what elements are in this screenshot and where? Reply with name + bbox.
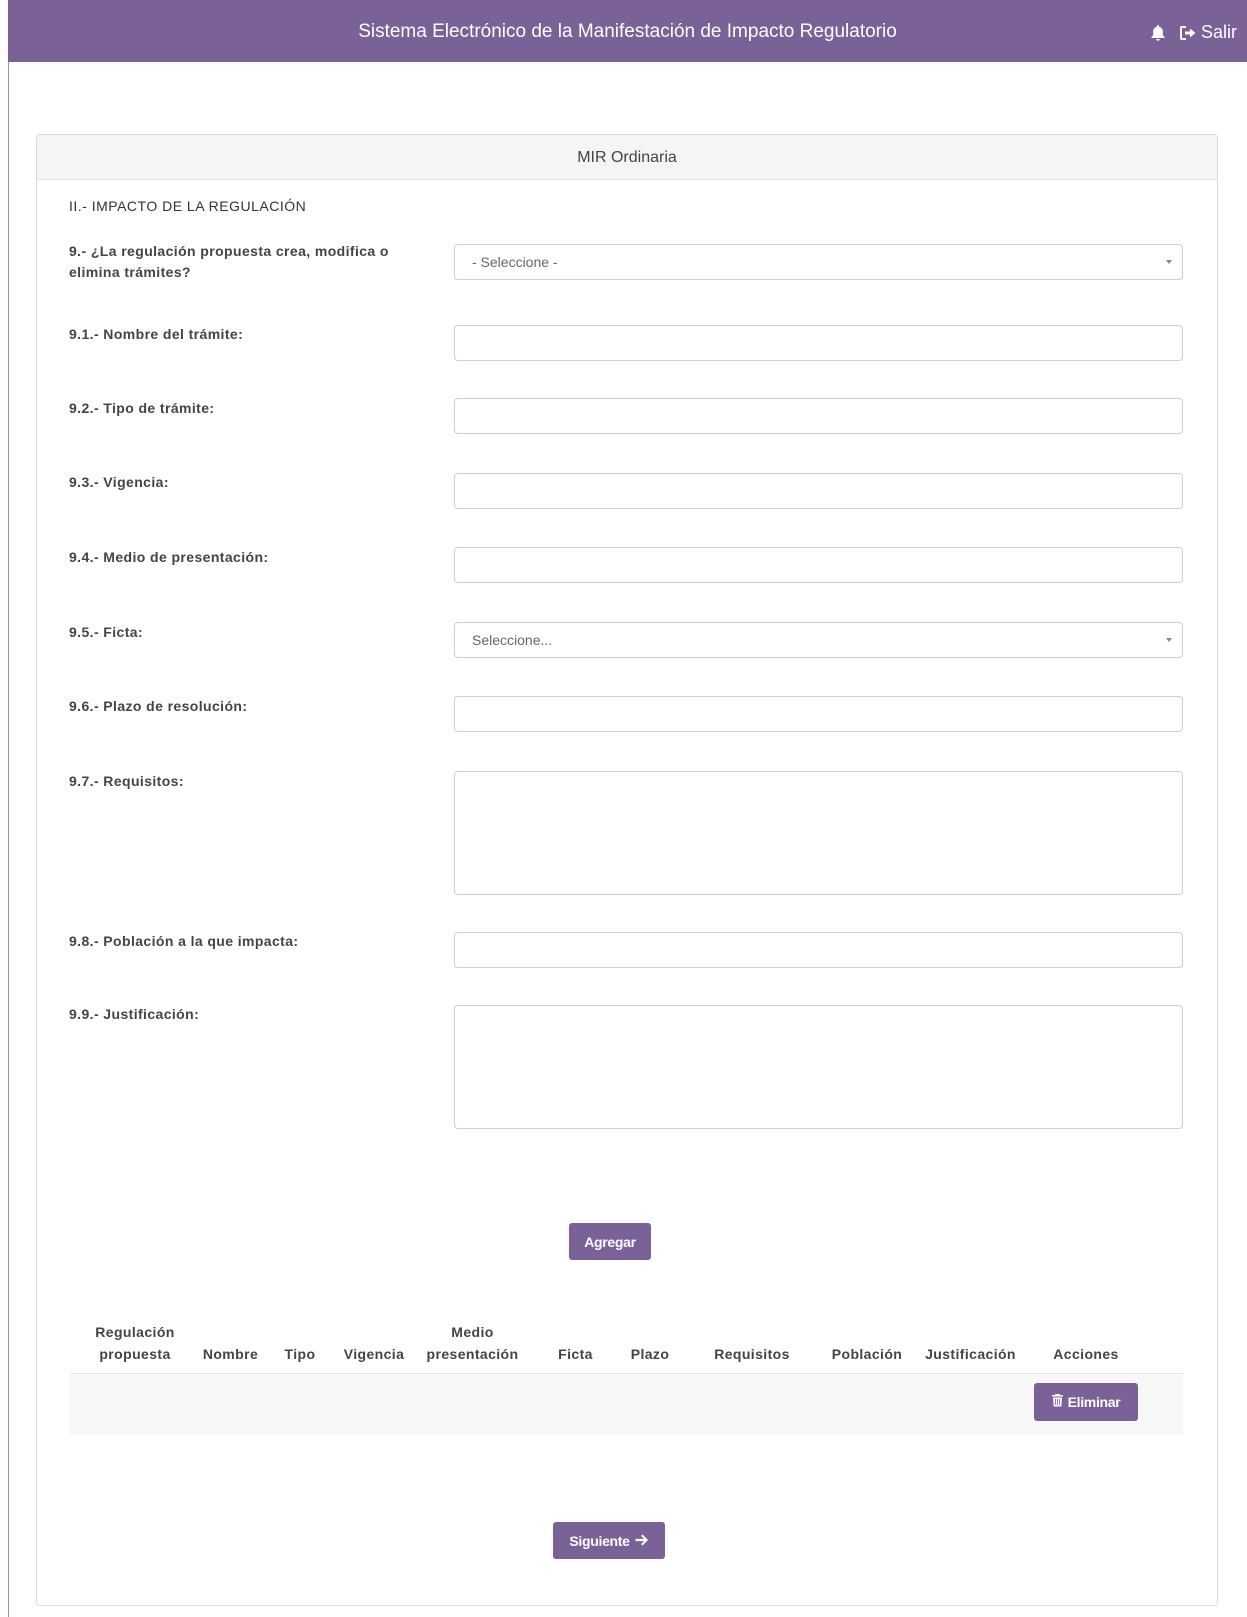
top-navbar: Sistema Electrónico de la Manifestación … <box>8 0 1247 62</box>
mir-panel: MIR Ordinaria II.- IMPACTO DE LA REGULAC… <box>36 134 1218 1606</box>
navbar-actions: Salir <box>1150 22 1237 43</box>
poblacion-input[interactable] <box>454 932 1183 968</box>
bell-icon[interactable] <box>1150 24 1166 42</box>
col-nombre: Nombre <box>202 1346 259 1362</box>
caret-down-icon <box>1166 260 1172 264</box>
question-9-select[interactable]: - Seleccione - <box>454 244 1183 280</box>
question-9-3-label: 9.3.- Vigencia: <box>69 474 169 490</box>
arrow-right-icon <box>635 1533 649 1549</box>
table-row: Eliminar <box>70 1375 1183 1435</box>
section-title: II.- IMPACTO DE LA REGULACIÓN <box>69 198 307 214</box>
col-regulacion: Regulación propuesta <box>95 1324 175 1362</box>
delete-label: Eliminar <box>1067 1394 1121 1410</box>
next-button[interactable]: Siguiente <box>553 1522 665 1559</box>
col-ficta: Ficta <box>558 1346 593 1362</box>
page-left-border <box>8 62 9 1617</box>
col-poblacion: Población <box>831 1346 903 1362</box>
caret-down-icon <box>1166 638 1172 642</box>
tipo-tramite-input[interactable] <box>454 398 1183 434</box>
col-plazo: Plazo <box>630 1346 670 1362</box>
question-9-8-label: 9.8.- Población a la que impacta: <box>69 933 299 949</box>
question-9-label: 9.- ¿La regulación propuesta crea, modif… <box>69 243 389 280</box>
col-justificacion: Justificación <box>925 1346 1016 1362</box>
next-label: Siguiente <box>569 1532 630 1549</box>
requisitos-textarea[interactable] <box>454 771 1183 895</box>
question-9-1-label: 9.1.- Nombre del trámite: <box>69 326 244 342</box>
question-9-5-label: 9.5.- Ficta: <box>69 624 144 640</box>
logout-button[interactable]: Salir <box>1178 22 1237 43</box>
col-tipo: Tipo <box>284 1346 316 1362</box>
trash-icon <box>1051 1394 1063 1410</box>
col-acciones: Acciones <box>1053 1346 1119 1362</box>
medio-presentacion-input[interactable] <box>454 547 1183 583</box>
sign-out-icon <box>1178 24 1198 42</box>
col-medio: Medio presentación <box>426 1324 519 1362</box>
justificacion-textarea[interactable] <box>454 1005 1183 1129</box>
ficta-selected: Seleccione... <box>472 632 553 648</box>
vigencia-input[interactable] <box>454 473 1183 509</box>
add-button[interactable]: Agregar <box>569 1223 651 1260</box>
question-9-2-label: 9.2.- Tipo de trámite: <box>69 400 215 416</box>
question-9-4-label: 9.4.- Medio de presentación: <box>69 549 269 565</box>
plazo-resolucion-input[interactable] <box>454 696 1183 732</box>
question-9-6-label: 9.6.- Plazo de resolución: <box>69 698 248 714</box>
question-9-7-label: 9.7.- Requisitos: <box>69 773 184 789</box>
app-title: Sistema Electrónico de la Manifestación … <box>358 21 897 42</box>
ficta-select[interactable]: Seleccione... <box>454 622 1183 658</box>
panel-title: MIR Ordinaria <box>37 135 1217 180</box>
col-requisitos: Requisitos <box>714 1346 790 1362</box>
col-vigencia: Vigencia <box>343 1346 405 1362</box>
table-header: Regulación propuesta Nombre Tipo Vigenci… <box>70 1320 1183 1374</box>
question-9-selected: - Seleccione - <box>472 254 558 270</box>
logout-label: Salir <box>1200 22 1237 42</box>
nombre-tramite-input[interactable] <box>454 325 1183 361</box>
question-9-9-label: 9.9.- Justificación: <box>69 1006 200 1022</box>
delete-button[interactable]: Eliminar <box>1034 1383 1138 1421</box>
